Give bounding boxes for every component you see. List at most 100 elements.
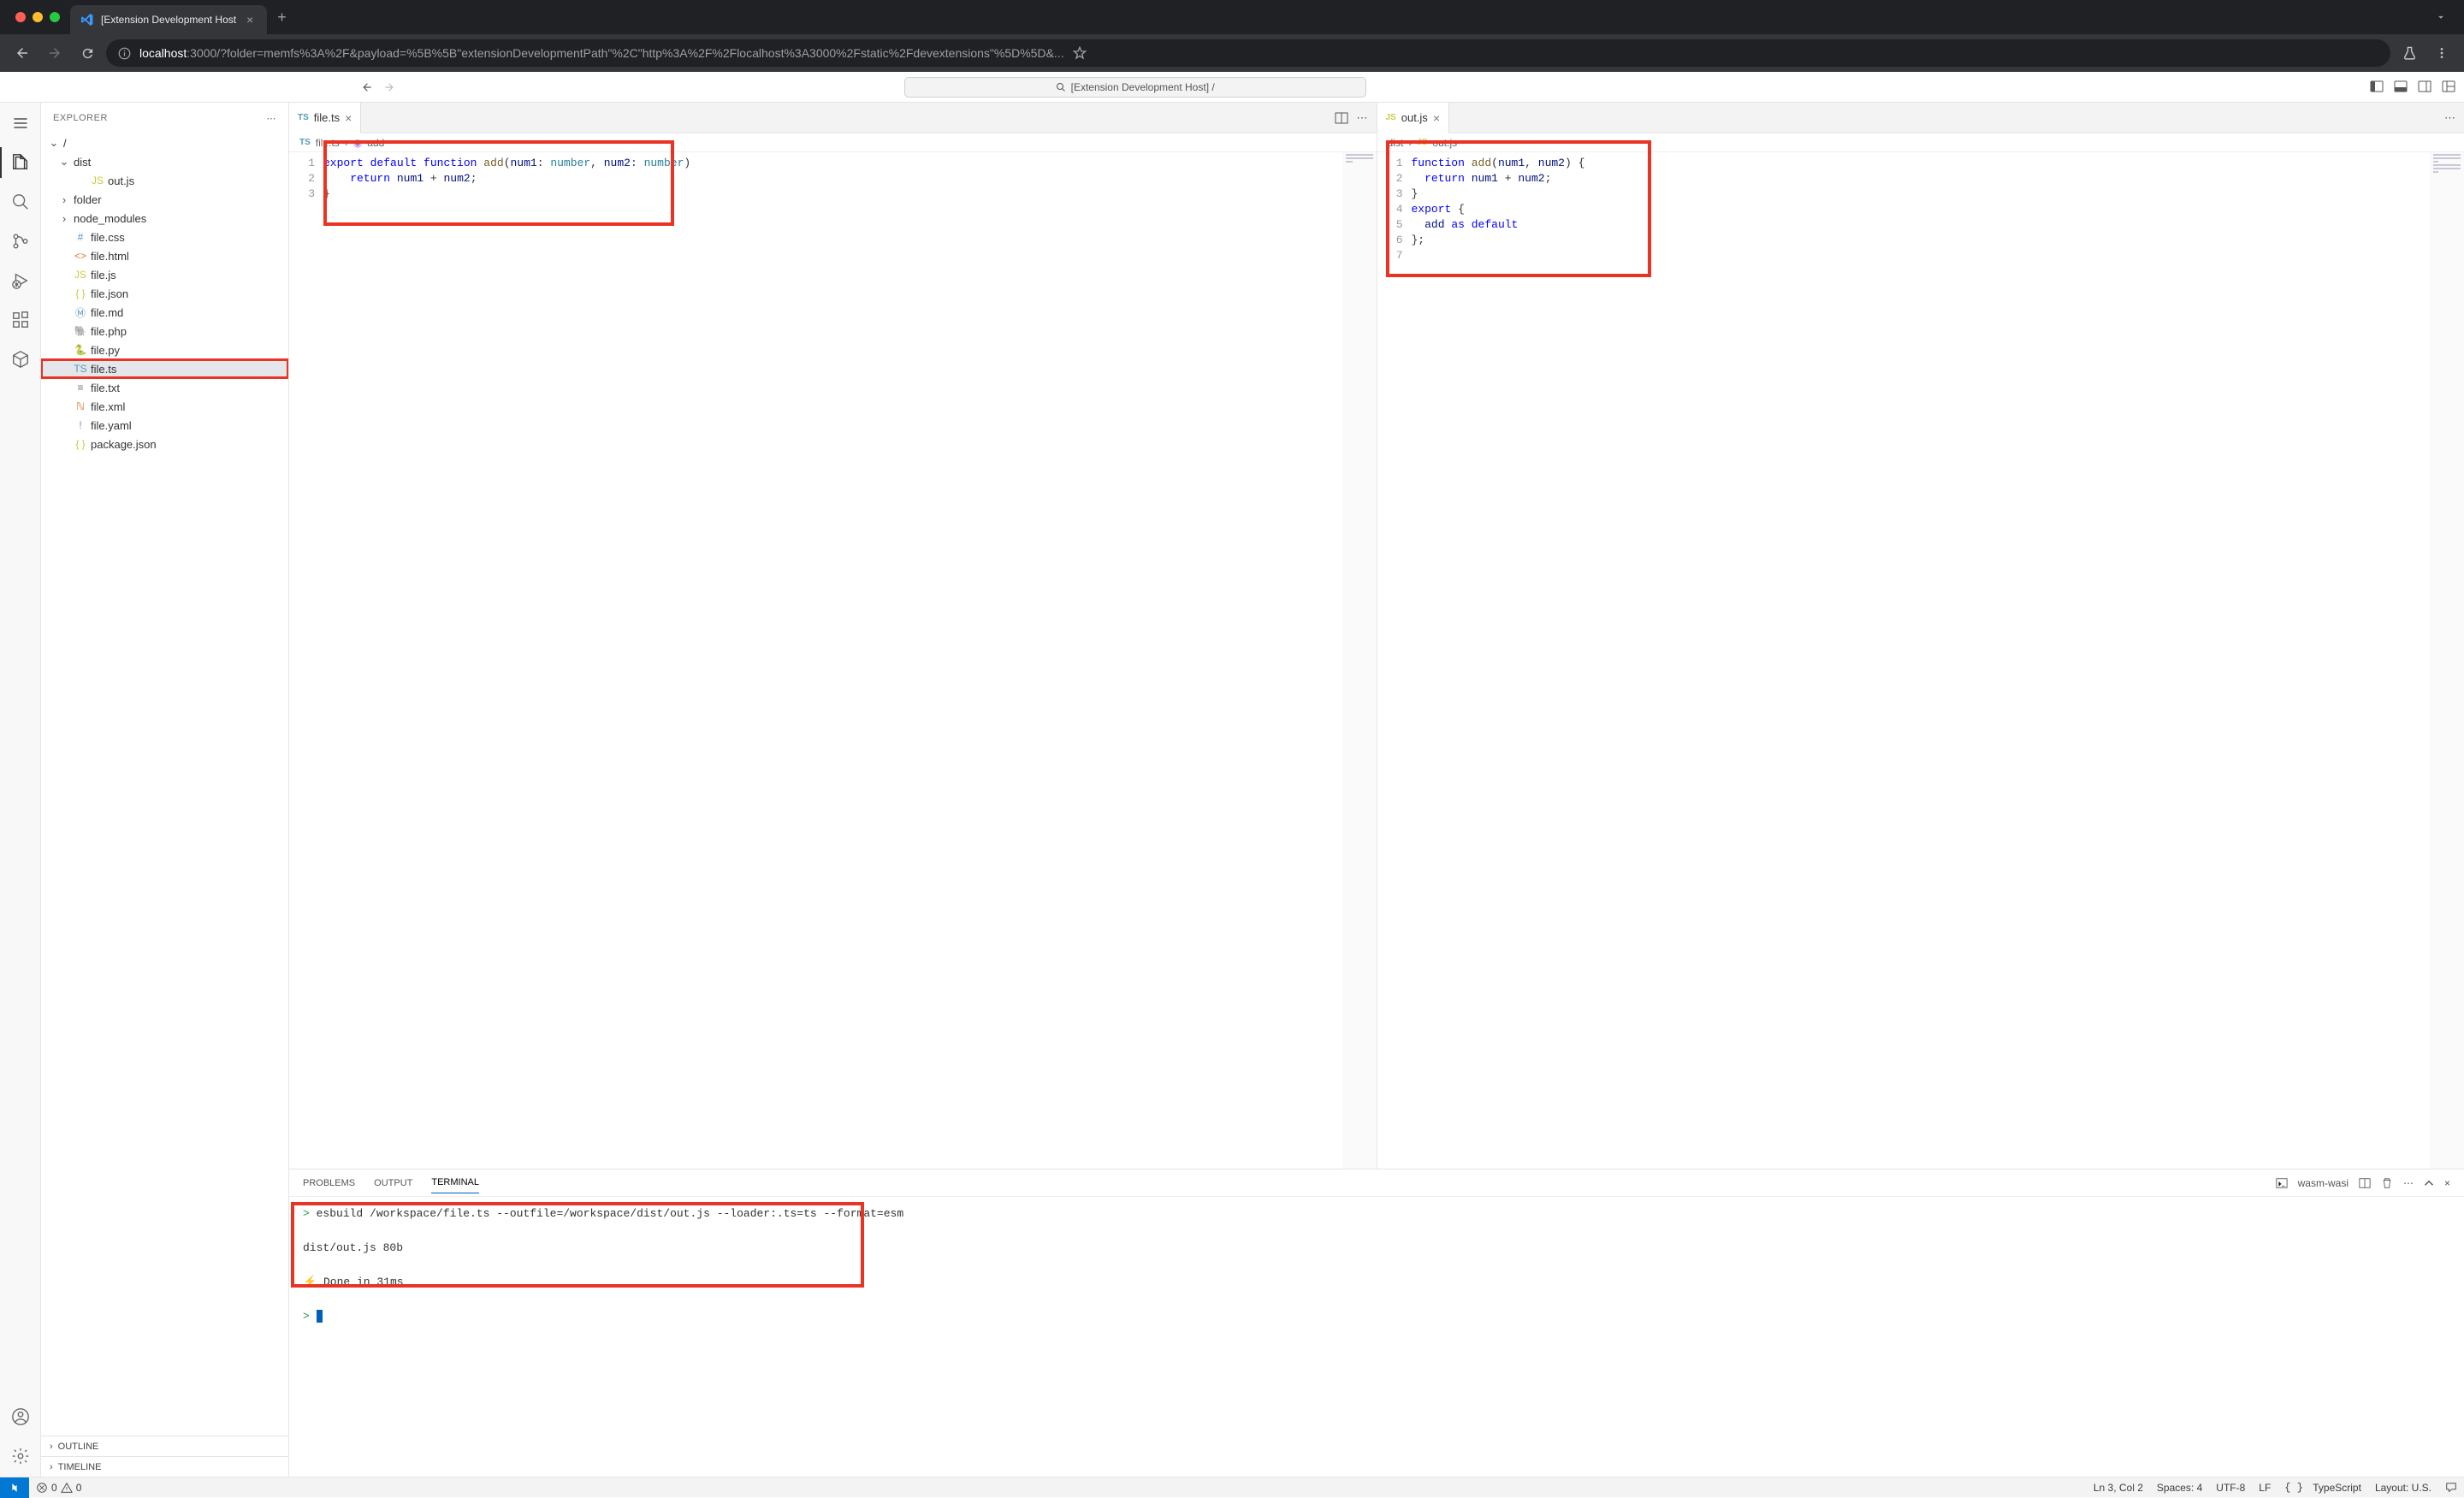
new-tab-button[interactable]: + [267, 9, 297, 27]
maximize-panel-icon[interactable] [2424, 1178, 2434, 1188]
breadcrumb-right[interactable]: dist › JS out.js [1377, 133, 2464, 152]
terminal-line [303, 1291, 2450, 1308]
status-encoding[interactable]: UTF-8 [2209, 1482, 2252, 1494]
tab-output[interactable]: OUTPUT [374, 1173, 412, 1193]
search-icon[interactable] [9, 190, 33, 214]
tree-row[interactable]: TSfile.ts [41, 359, 288, 378]
nav-forward-icon[interactable] [380, 78, 399, 97]
kill-terminal-icon[interactable] [2381, 1177, 2393, 1189]
close-tab-icon[interactable]: × [345, 111, 352, 125]
editor-tabs-right: JS out.js × ⋯ [1377, 103, 2464, 133]
fullscreen-window-icon[interactable] [50, 12, 60, 22]
editor-group-right: JS out.js × ⋯ dist › JS out.js [1377, 103, 2464, 1169]
command-center-label: [Extension Development Host] / [1071, 81, 1215, 93]
status-spaces[interactable]: Spaces: 4 [2150, 1482, 2209, 1494]
tab-out-js[interactable]: JS out.js × [1377, 103, 1450, 133]
explorer-more-icon[interactable]: ⋯ [267, 113, 277, 124]
remote-indicator[interactable] [0, 1477, 29, 1498]
tree-row[interactable]: ≡file.txt [41, 378, 288, 397]
cube-icon[interactable] [9, 347, 33, 371]
browser-tab[interactable]: [Extension Development Host × [70, 5, 267, 34]
tree-row[interactable]: ⌄/ [41, 133, 288, 152]
status-feedback-icon[interactable] [2438, 1482, 2464, 1494]
terminal-kind-label[interactable]: wasm-wasi [2298, 1177, 2348, 1189]
toggle-secondary-sidebar-icon[interactable] [2418, 80, 2433, 95]
titlebar: [Extension Development Host] / [0, 72, 2464, 103]
breadcrumb-left[interactable]: TS file.ts › ◉ add [289, 133, 1377, 152]
tree-row[interactable]: ℕfile.xml [41, 397, 288, 416]
editor-content-left[interactable]: 123 export default function add(num1: nu… [289, 152, 1377, 1169]
tree-row[interactable]: !file.yaml [41, 416, 288, 435]
extensions-icon[interactable] [9, 308, 33, 332]
labs-icon[interactable] [2396, 39, 2423, 67]
settings-gear-icon[interactable] [9, 1444, 33, 1468]
tree-row[interactable]: { }file.json [41, 284, 288, 303]
panel-tabs: PROBLEMS OUTPUT TERMINAL wasm-wasi ⋯ × [289, 1169, 2464, 1197]
status-language[interactable]: { } TypeScript [2277, 1482, 2368, 1494]
close-panel-icon[interactable]: × [2444, 1177, 2450, 1189]
terminal-launch-icon[interactable] [2276, 1177, 2288, 1189]
terminal[interactable]: > esbuild /workspace/file.ts --outfile=/… [289, 1197, 2464, 1477]
command-center[interactable]: [Extension Development Host] / [904, 77, 1366, 98]
close-window-icon[interactable] [15, 12, 26, 22]
toggle-panel-icon[interactable] [2394, 80, 2409, 95]
tab-label: file.ts [314, 111, 340, 124]
timeline-section[interactable]: ›TIMELINE [41, 1456, 288, 1477]
tree-row[interactable]: 🐍file.py [41, 340, 288, 359]
bookmark-icon[interactable] [1073, 46, 1087, 60]
panel: PROBLEMS OUTPUT TERMINAL wasm-wasi ⋯ × [289, 1169, 2464, 1477]
minimize-window-icon[interactable] [33, 12, 43, 22]
more-actions-icon[interactable]: ⋯ [1357, 111, 1368, 125]
code-left[interactable]: export default function add(num1: number… [323, 152, 1342, 1169]
forward-button[interactable] [41, 39, 68, 67]
tree-row[interactable]: JSfile.js [41, 265, 288, 284]
tab-file-ts[interactable]: TS file.ts × [289, 103, 361, 133]
close-tab-icon[interactable]: × [1433, 111, 1440, 125]
tree-row[interactable]: <>file.html [41, 246, 288, 265]
nav-back-icon[interactable] [358, 78, 376, 97]
back-button[interactable] [9, 39, 36, 67]
minimap[interactable] [1342, 152, 1377, 1169]
tree-row[interactable]: JSout.js [41, 171, 288, 190]
menu-icon[interactable] [9, 111, 33, 135]
reload-button[interactable] [74, 39, 101, 67]
tab-terminal[interactable]: TERMINAL [431, 1172, 479, 1193]
source-control-icon[interactable] [9, 229, 33, 253]
tab-problems[interactable]: PROBLEMS [303, 1173, 355, 1193]
tree-row[interactable]: { }package.json [41, 435, 288, 453]
tree-row[interactable]: Ⓜfile.md [41, 303, 288, 322]
more-icon[interactable]: ⋯ [2403, 1177, 2414, 1189]
status-bar: 0 0 Ln 3, Col 2 Spaces: 4 UTF-8 LF { } T… [0, 1477, 2464, 1497]
status-problems[interactable]: 0 0 [29, 1482, 88, 1494]
tabs-dropdown-icon[interactable] [2426, 11, 2455, 23]
tree-row[interactable]: 🐘file.php [41, 322, 288, 340]
more-menu-icon[interactable] [2428, 39, 2455, 67]
minimap[interactable] [2430, 152, 2464, 1169]
explorer-icon[interactable] [9, 151, 33, 175]
split-editor-icon[interactable] [1335, 111, 1348, 125]
customize-layout-icon[interactable] [2442, 80, 2457, 95]
run-debug-icon[interactable] [9, 269, 33, 293]
code-right[interactable]: function add(num1, num2) { return num1 +… [1412, 152, 2431, 1169]
status-layout[interactable]: Layout: U.S. [2368, 1482, 2438, 1494]
tree-row[interactable]: ›folder [41, 190, 288, 209]
tree-row[interactable]: ›node_modules [41, 209, 288, 228]
address-bar[interactable]: localhost:3000/?folder=memfs%3A%2F&paylo… [106, 39, 2390, 67]
more-actions-icon[interactable]: ⋯ [2444, 111, 2455, 125]
tree-row[interactable]: #file.css [41, 228, 288, 246]
file-tree[interactable]: ⌄/⌄distJSout.js›folder›node_modules#file… [41, 133, 288, 1436]
site-info-icon[interactable] [118, 47, 131, 60]
accounts-icon[interactable] [9, 1405, 33, 1429]
tree-row[interactable]: ⌄dist [41, 152, 288, 171]
editor-content-right[interactable]: 1234567 function add(num1, num2) { retur… [1377, 152, 2464, 1169]
close-tab-icon[interactable]: × [243, 13, 257, 27]
status-eol[interactable]: LF [2252, 1482, 2277, 1494]
terminal-line: > [303, 1308, 2450, 1325]
toggle-primary-sidebar-icon[interactable] [2370, 80, 2385, 95]
search-icon [1056, 82, 1066, 92]
outline-section[interactable]: ›OUTLINE [41, 1436, 288, 1456]
error-icon [36, 1482, 48, 1494]
editor-area: TS file.ts × ⋯ TS file.ts › [289, 103, 2464, 1477]
split-terminal-icon[interactable] [2359, 1177, 2371, 1189]
status-cursor[interactable]: Ln 3, Col 2 [2087, 1482, 2150, 1494]
